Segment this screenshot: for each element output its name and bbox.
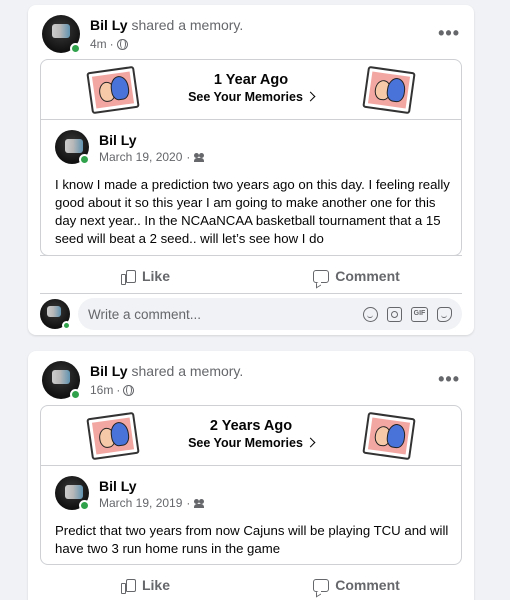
online-status-dot — [79, 500, 90, 511]
like-button[interactable]: Like — [40, 259, 251, 293]
original-author-avatar[interactable] — [55, 130, 90, 165]
comment-icon — [313, 578, 330, 592]
memory-banner: 1 Year Ago See Your Memories — [41, 60, 461, 120]
memory-post-2: Bil Ly shared a memory. 16m · ••• 2 Year… — [28, 351, 474, 600]
comment-button[interactable]: Comment — [251, 259, 462, 293]
online-status-dot — [70, 43, 81, 54]
comment-composer: GIF — [40, 297, 462, 331]
memory-illustration-right — [362, 411, 416, 461]
original-post-date[interactable]: March 19, 2020 — [99, 150, 182, 164]
online-status-dot — [79, 154, 90, 165]
more-options-icon[interactable]: ••• — [438, 23, 460, 44]
like-button[interactable]: Like — [40, 568, 251, 600]
online-status-dot — [62, 321, 71, 330]
original-author-name[interactable]: Bil Ly — [99, 478, 137, 494]
post-time[interactable]: 16m — [90, 383, 113, 397]
original-author-name[interactable]: Bil Ly — [99, 132, 137, 148]
divider — [40, 255, 462, 256]
globe-icon — [116, 38, 128, 50]
post-actions: Like Comment — [40, 568, 462, 600]
author-name[interactable]: Bil Ly — [90, 363, 128, 379]
memory-post-1: Bil Ly shared a memory. 4m · ••• 1 Year … — [28, 5, 474, 335]
memory-card: 2 Years Ago See Your Memories Bil Ly Mar… — [40, 405, 462, 565]
author-avatar[interactable] — [42, 361, 81, 400]
friends-audience-icon — [194, 499, 205, 508]
like-icon — [120, 269, 136, 285]
author-name[interactable]: Bil Ly — [90, 17, 128, 33]
original-post-text: I know I made a prediction two years ago… — [55, 177, 450, 246]
post-time[interactable]: 4m — [90, 37, 107, 51]
memory-card: 1 Year Ago See Your Memories Bil Ly Marc… — [40, 59, 462, 256]
author-avatar[interactable] — [42, 15, 81, 54]
divider — [40, 293, 462, 294]
original-post-text: Predict that two years from now Cajuns w… — [55, 523, 449, 556]
post-actions: Like Comment — [40, 259, 462, 293]
original-post-date[interactable]: March 19, 2019 — [99, 496, 182, 510]
emoji-icon[interactable] — [363, 306, 378, 322]
comment-icon — [313, 269, 330, 283]
memory-illustration-right — [362, 65, 416, 115]
friends-audience-icon — [194, 153, 205, 162]
online-status-dot — [70, 389, 81, 400]
chevron-right-icon — [305, 91, 316, 102]
current-user-avatar[interactable] — [40, 299, 71, 330]
post-action-text: shared a memory. — [131, 17, 244, 33]
chevron-right-icon — [305, 437, 316, 448]
gif-icon[interactable]: GIF — [411, 306, 428, 322]
post-header: Bil Ly shared a memory. 16m · ••• — [42, 361, 460, 401]
comment-button[interactable]: Comment — [251, 568, 462, 600]
like-icon — [120, 578, 136, 594]
camera-icon[interactable] — [387, 306, 402, 322]
globe-icon — [123, 384, 135, 396]
post-header: Bil Ly shared a memory. 4m · ••• — [42, 15, 460, 55]
comment-input[interactable] — [88, 306, 363, 322]
original-author-avatar[interactable] — [55, 476, 90, 511]
memory-banner: 2 Years Ago See Your Memories — [41, 406, 461, 466]
more-options-icon[interactable]: ••• — [438, 369, 460, 390]
sticker-icon[interactable] — [437, 306, 452, 322]
post-action-text: shared a memory. — [131, 363, 244, 379]
